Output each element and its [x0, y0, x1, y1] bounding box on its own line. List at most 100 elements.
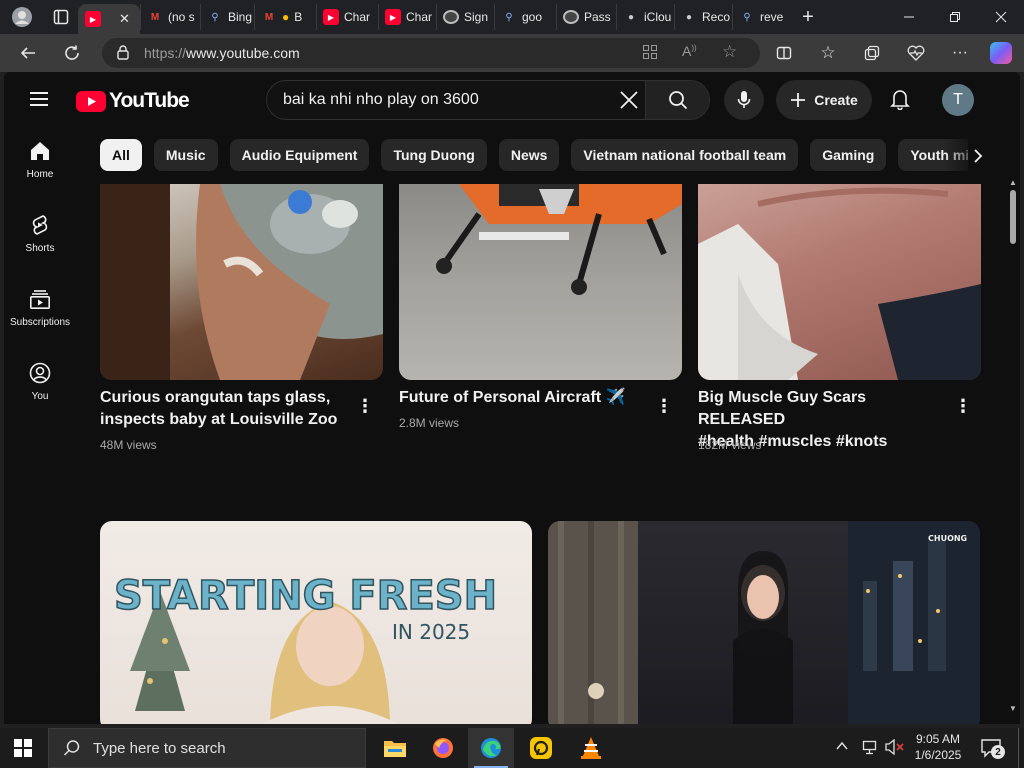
- video-views: 2.8M views: [399, 416, 460, 430]
- tab-actions-icon[interactable]: [44, 1, 78, 33]
- search-button[interactable]: [645, 81, 709, 119]
- microphone-icon: [737, 91, 751, 108]
- video-title-orangutan[interactable]: Curious orangutan taps glass, inspects b…: [100, 387, 340, 431]
- google-icon: [443, 10, 459, 24]
- more-options-icon[interactable]: ···: [942, 37, 978, 69]
- browser-tab-active[interactable]: ▶ ✕: [78, 4, 140, 34]
- new-tab-button[interactable]: +: [788, 0, 828, 34]
- apple-icon: ●: [685, 11, 693, 23]
- address-bar[interactable]: https://www.youtube.com A)) ☆: [102, 38, 760, 68]
- lock-icon[interactable]: [116, 44, 130, 63]
- close-tab-icon[interactable]: ✕: [119, 11, 130, 27]
- close-window-button[interactable]: [978, 0, 1024, 34]
- refresh-icon[interactable]: [54, 37, 90, 69]
- firefox-icon[interactable]: [420, 728, 466, 768]
- youtube-header: YouTube Create T: [4, 72, 1020, 128]
- video-thumbnail-starting-fresh[interactable]: STARTING FRESH IN 2025: [100, 521, 532, 724]
- collections-icon[interactable]: [854, 37, 890, 69]
- gmail-icon: M: [150, 11, 160, 23]
- chip-tung-duong[interactable]: Tung Duong: [381, 139, 487, 171]
- sidebar-item-subscriptions[interactable]: Subscriptions: [4, 272, 76, 342]
- aircraft-thumbnail-image: [436, 184, 682, 295]
- chip-vietnam-football[interactable]: Vietnam national football team: [571, 139, 799, 171]
- vlc-icon[interactable]: [568, 728, 614, 768]
- taskbar-search-box[interactable]: Type here to search: [48, 728, 366, 768]
- scroll-up-icon[interactable]: ▲: [1009, 178, 1017, 187]
- video-thumbnail-aircraft[interactable]: [399, 184, 682, 380]
- notifications-bell-icon[interactable]: [890, 88, 910, 115]
- browser-tab[interactable]: ⚲ goo: [494, 4, 556, 30]
- notification-center-icon[interactable]: 2: [980, 738, 1005, 765]
- video-menu-icon[interactable]: ⋮: [953, 394, 973, 418]
- youtube-logo[interactable]: YouTube: [76, 89, 190, 113]
- browser-tab[interactable]: ● iClou: [616, 4, 674, 30]
- sidebar-item-home[interactable]: Home: [4, 124, 76, 194]
- url-host: www.youtube.com: [186, 45, 300, 61]
- show-desktop-button[interactable]: [1018, 728, 1024, 768]
- browser-tab[interactable]: ● Reco: [674, 4, 732, 30]
- browser-tab[interactable]: M ● B: [254, 4, 316, 30]
- browser-tab[interactable]: ▶ Char: [378, 4, 436, 30]
- search-box[interactable]: [266, 80, 710, 120]
- orangutan-thumbnail-image: [100, 184, 383, 380]
- google-icon: [563, 10, 579, 24]
- video-thumbnail-night-room[interactable]: CHUONG: [548, 521, 980, 724]
- browser-tab[interactable]: ⚲ reve: [732, 4, 788, 30]
- file-explorer-icon[interactable]: [372, 728, 418, 768]
- chip-gaming[interactable]: Gaming: [810, 139, 887, 171]
- browser-essentials-icon[interactable]: [898, 37, 934, 69]
- back-icon[interactable]: [10, 37, 46, 69]
- restore-button[interactable]: [932, 0, 978, 34]
- profile-avatar-icon[interactable]: [0, 1, 44, 33]
- show-hidden-icons-icon[interactable]: [836, 740, 848, 754]
- video-thumbnail-muscle[interactable]: [698, 184, 981, 380]
- sidebar-item-you[interactable]: You: [4, 346, 76, 416]
- youtube-icon: ▶: [385, 9, 401, 25]
- browser-tab[interactable]: M (no s: [140, 4, 200, 30]
- search-icon: ⚲: [211, 11, 219, 23]
- browser-tab[interactable]: ⚲ Bing: [200, 4, 254, 30]
- video-thumbnail-orangutan[interactable]: [100, 184, 383, 380]
- video-menu-icon[interactable]: ⋮: [654, 394, 674, 418]
- sidebar-item-shorts[interactable]: Shorts: [4, 198, 76, 268]
- video-menu-icon[interactable]: ⋮: [355, 394, 375, 418]
- video-title-aircraft[interactable]: Future of Personal Aircraft ✈️: [399, 387, 639, 409]
- browser-tab[interactable]: Pass: [556, 4, 616, 30]
- start-button[interactable]: [0, 728, 46, 768]
- chip-news[interactable]: News: [498, 139, 560, 171]
- search-input[interactable]: [267, 82, 597, 118]
- split-screen-icon[interactable]: [766, 37, 802, 69]
- taskbar-clock[interactable]: 9:05 AM 1/6/2025: [908, 731, 968, 763]
- chips-next-icon[interactable]: [966, 144, 990, 168]
- favorite-star-icon[interactable]: ☆: [722, 42, 737, 62]
- volume-muted-icon[interactable]: [884, 738, 904, 760]
- search-icon: ⚲: [743, 11, 751, 23]
- browser-tab[interactable]: Sign: [436, 4, 494, 30]
- windows-logo-icon: [14, 739, 32, 757]
- favorites-icon[interactable]: ☆: [810, 37, 846, 69]
- chip-all[interactable]: All: [100, 139, 142, 171]
- filter-chips-bar: All Music Audio Equipment Tung Duong New…: [100, 139, 968, 173]
- avatar[interactable]: T: [942, 84, 974, 116]
- minimize-button[interactable]: [886, 0, 932, 34]
- scrollbar-thumb[interactable]: [1010, 190, 1016, 244]
- app-icon-yellow[interactable]: [518, 728, 564, 768]
- chip-music[interactable]: Music: [153, 139, 218, 171]
- starting-fresh-thumbnail-image: STARTING FRESH IN 2025: [113, 572, 498, 724]
- create-button[interactable]: Create: [776, 80, 872, 120]
- chip-youth[interactable]: Youth mi: [898, 139, 968, 171]
- edge-icon[interactable]: [468, 728, 514, 768]
- windows-taskbar: Type here to search 9:05 AM 1/6/2025 2: [0, 728, 1024, 768]
- scroll-down-icon[interactable]: ▼: [1009, 704, 1017, 713]
- browser-tab[interactable]: ▶ Char: [316, 4, 378, 30]
- network-icon[interactable]: [862, 739, 880, 760]
- clear-search-icon[interactable]: [619, 90, 639, 115]
- voice-search-button[interactable]: [724, 80, 764, 120]
- read-aloud-icon[interactable]: A)): [682, 43, 697, 59]
- app-available-icon[interactable]: [642, 44, 658, 63]
- chip-audio-equipment[interactable]: Audio Equipment: [229, 139, 370, 171]
- copilot-icon[interactable]: [990, 42, 1012, 64]
- search-icon: [63, 740, 80, 756]
- page-scrollbar[interactable]: ▲ ▼: [1008, 178, 1018, 724]
- menu-icon[interactable]: [28, 90, 50, 113]
